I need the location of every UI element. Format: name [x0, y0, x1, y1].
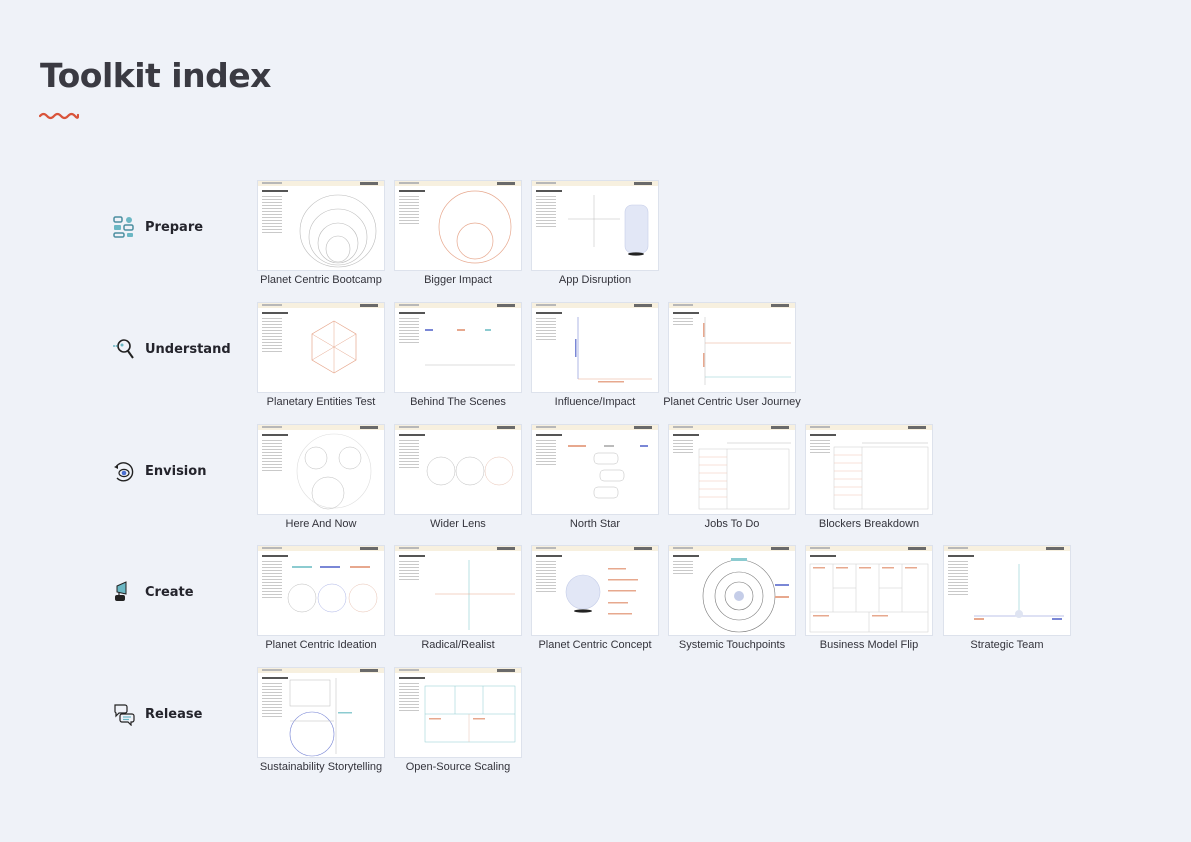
- phase-row-release: Release Sustainability Storytelling Open…: [0, 668, 1191, 783]
- card-thumbnail: [669, 546, 795, 635]
- blocks-icon: [113, 216, 134, 238]
- card-label: Bigger Impact: [424, 274, 492, 286]
- phase-prepare[interactable]: Prepare: [112, 214, 203, 240]
- card-thumbnail: [395, 303, 521, 392]
- card-label: Planet Centric User Journey: [663, 396, 801, 408]
- card-thumbnail: [258, 303, 384, 392]
- phase-row-envision: Envision Here And Now Wider Lens North S…: [0, 425, 1191, 540]
- card-bigger-impact[interactable]: Bigger Impact: [395, 181, 521, 286]
- phase-envision[interactable]: Envision: [112, 458, 206, 484]
- card-planet-centric-user-journey[interactable]: Planet Centric User Journey: [663, 303, 801, 408]
- card-thumbnail: [806, 546, 932, 635]
- eye-icon: [114, 462, 134, 482]
- card-planet-centric-concept[interactable]: Planet Centric Concept: [532, 546, 658, 651]
- card-thumbnail: [532, 303, 658, 392]
- megaphone-icon: [115, 581, 127, 601]
- card-thumbnail: [532, 181, 658, 270]
- card-thumbnail: [258, 546, 384, 635]
- magnifier-icon: [113, 339, 134, 359]
- page-title: Toolkit index: [40, 56, 271, 95]
- card-thumbnail: [258, 425, 384, 514]
- card-label: Planet Centric Bootcamp: [260, 274, 382, 286]
- card-planetary-entities-test[interactable]: Planetary Entities Test: [258, 303, 384, 408]
- phase-release[interactable]: Release: [112, 701, 202, 727]
- phase-label: Envision: [145, 463, 207, 479]
- card-planet-centric-ideation[interactable]: Planet Centric Ideation: [258, 546, 384, 651]
- card-label: Behind The Scenes: [410, 396, 506, 408]
- card-open-source-scaling[interactable]: Open-Source Scaling: [395, 668, 521, 773]
- card-planet-centric-bootcamp[interactable]: Planet Centric Bootcamp: [258, 181, 384, 286]
- card-sustainability-storytelling[interactable]: Sustainability Storytelling: [258, 668, 384, 773]
- card-thumbnail: [258, 668, 384, 757]
- card-influence-impact[interactable]: Influence/Impact: [532, 303, 658, 408]
- card-label: Systemic Touchpoints: [678, 639, 786, 651]
- card-radical-realist[interactable]: Radical/Realist: [395, 546, 521, 651]
- phase-row-create: Create Planet Centric Ideation Radical/R…: [0, 546, 1191, 661]
- card-label: Influence/Impact: [554, 396, 636, 408]
- speech-bubbles-icon: [114, 704, 135, 726]
- card-wider-lens[interactable]: Wider Lens: [395, 425, 521, 530]
- card-label: Planetary Entities Test: [266, 396, 376, 408]
- card-north-star[interactable]: North Star: [532, 425, 658, 530]
- card-thumbnail: [395, 668, 521, 757]
- card-thumbnail: [944, 546, 1070, 635]
- card-label: Radical/Realist: [421, 639, 495, 651]
- card-label: App Disruption: [558, 274, 632, 286]
- card-thumbnail: [395, 181, 521, 270]
- phase-row-prepare: Prepare Planet Centric Bootcamp Bigger I…: [0, 181, 1191, 296]
- card-thumbnail: [669, 303, 795, 392]
- card-thumbnail: [532, 546, 658, 635]
- squiggle-underline-icon: [39, 112, 79, 120]
- card-label: Strategic Team: [970, 639, 1044, 651]
- card-label: Jobs To Do: [704, 518, 760, 530]
- card-label: Wider Lens: [430, 518, 486, 530]
- card-label: North Star: [569, 518, 621, 530]
- card-behind-the-scenes[interactable]: Behind The Scenes: [395, 303, 521, 408]
- phase-create[interactable]: Create: [112, 579, 194, 605]
- card-label: Planet Centric Concept: [538, 639, 652, 651]
- phase-row-understand: Understand Planetary Entities Test Behin…: [0, 303, 1191, 418]
- phase-understand[interactable]: Understand: [112, 336, 231, 362]
- card-thumbnail: [532, 425, 658, 514]
- card-business-model-flip[interactable]: Business Model Flip: [806, 546, 932, 651]
- card-jobs-to-do[interactable]: Jobs To Do: [669, 425, 795, 530]
- card-thumbnail: [258, 181, 384, 270]
- card-label: Blockers Breakdown: [818, 518, 920, 530]
- card-thumbnail: [395, 425, 521, 514]
- phase-label: Create: [145, 584, 194, 600]
- card-blockers-breakdown[interactable]: Blockers Breakdown: [806, 425, 932, 530]
- card-here-and-now[interactable]: Here And Now: [258, 425, 384, 530]
- card-label: Sustainability Storytelling: [259, 761, 383, 773]
- card-thumbnail: [395, 546, 521, 635]
- card-app-disruption[interactable]: App Disruption: [532, 181, 658, 286]
- card-label: Business Model Flip: [819, 639, 919, 651]
- card-label: Here And Now: [285, 518, 357, 530]
- card-thumbnail: [669, 425, 795, 514]
- card-systemic-touchpoints[interactable]: Systemic Touchpoints: [669, 546, 795, 651]
- phase-label: Release: [145, 706, 203, 722]
- phase-label: Understand: [145, 341, 231, 357]
- card-label: Open-Source Scaling: [405, 761, 511, 773]
- card-label: Planet Centric Ideation: [265, 639, 377, 651]
- card-strategic-team[interactable]: Strategic Team: [944, 546, 1070, 651]
- card-thumbnail: [806, 425, 932, 514]
- phase-label: Prepare: [145, 219, 204, 235]
